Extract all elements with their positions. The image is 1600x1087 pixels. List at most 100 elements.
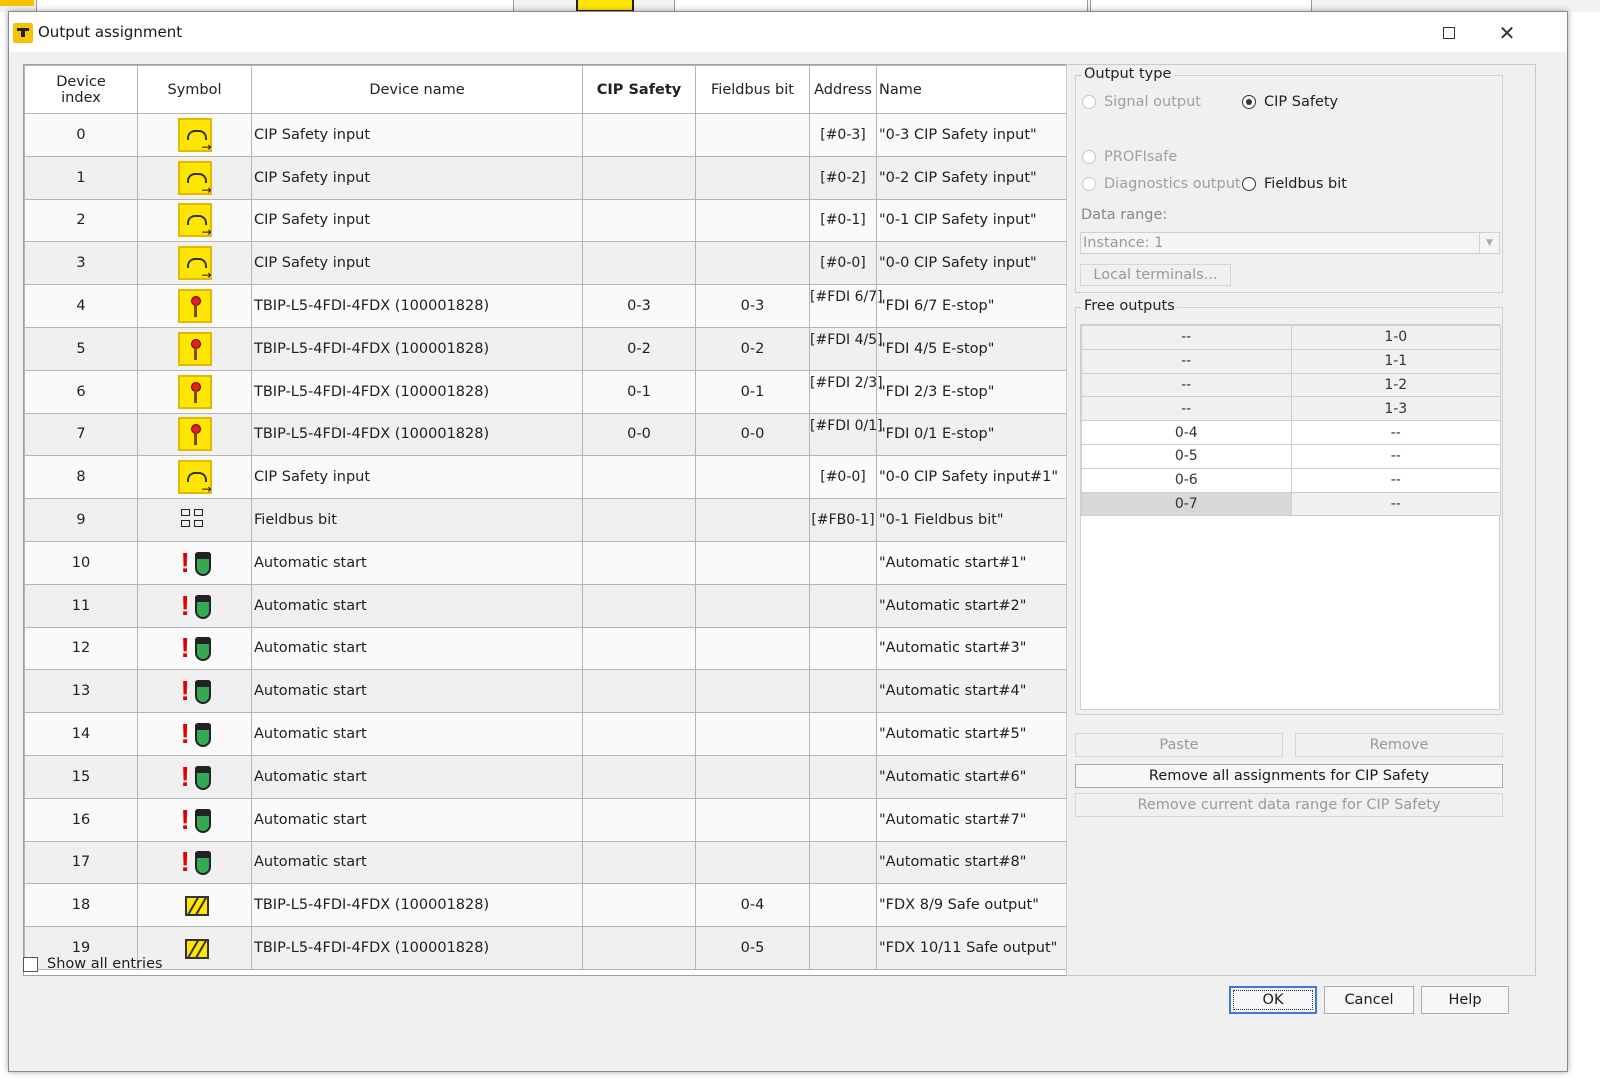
free-output-cip-cell[interactable]: --	[1081, 325, 1292, 350]
cip-safety-cell[interactable]	[582, 198, 696, 243]
remove-button[interactable]: Remove	[1295, 733, 1503, 757]
fieldbus-bit-cell[interactable]	[695, 498, 810, 542]
free-output-row[interactable]: 0-5 --	[1081, 443, 1501, 469]
free-output-cip-cell[interactable]: --	[1081, 372, 1292, 398]
free-output-fieldbus-cell[interactable]: --	[1290, 443, 1501, 469]
remove-current-data-range-button[interactable]: Remove current data range for CIP Safety	[1075, 793, 1503, 817]
cip-safety-cell[interactable]: 0-0	[582, 412, 696, 457]
cancel-button[interactable]: Cancel	[1324, 986, 1414, 1014]
paste-button[interactable]: Paste	[1075, 733, 1283, 757]
close-button[interactable]: ✕	[1487, 18, 1527, 48]
fieldbus-bit-cell[interactable]	[695, 669, 810, 714]
free-output-cip-cell[interactable]: 0-6	[1081, 467, 1292, 493]
cip-safety-cell[interactable]	[582, 241, 696, 286]
cip-safety-cell[interactable]: 0-2	[582, 326, 696, 371]
fieldbus-bit-cell[interactable]	[695, 540, 810, 585]
free-output-cip-cell[interactable]: --	[1081, 348, 1292, 374]
table-row[interactable]: 17! Automatic start "Automatic start#8"	[24, 840, 1078, 885]
fieldbus-bit-cell[interactable]: 0-3	[695, 284, 810, 328]
free-output-fieldbus-cell[interactable]: 1-3	[1290, 396, 1501, 422]
free-output-row[interactable]: 0-6 --	[1081, 467, 1501, 493]
cip-safety-cell[interactable]	[582, 540, 696, 585]
table-row[interactable]: 11! Automatic start "Automatic start#2"	[24, 583, 1078, 628]
free-output-row[interactable]: -- 1-2	[1081, 372, 1501, 398]
free-output-fieldbus-cell[interactable]: 1-0	[1290, 325, 1501, 350]
free-output-fieldbus-cell[interactable]: --	[1290, 420, 1501, 445]
column-header-device-index[interactable]: Device index	[24, 65, 138, 114]
help-button[interactable]: Help	[1421, 986, 1509, 1014]
free-output-row[interactable]: -- 1-3	[1081, 396, 1501, 422]
table-row[interactable]: 0 CIP Safety input [#0-3]"0-3 CIP Safety i…	[24, 113, 1078, 157]
table-row[interactable]: 10! Automatic start "Automatic start#1"	[24, 540, 1078, 585]
fieldbus-bit-cell[interactable]: 0-1	[695, 369, 810, 414]
table-row[interactable]: 12! Automatic start "Automatic start#3"	[24, 626, 1078, 671]
cip-safety-cell[interactable]	[582, 754, 696, 799]
cip-safety-cell[interactable]	[582, 113, 696, 157]
fieldbus-bit-cell[interactable]: 0-5	[695, 926, 810, 970]
fieldbus-bit-cell[interactable]	[695, 712, 810, 756]
fieldbus-bit-cell[interactable]	[695, 626, 810, 671]
free-output-cip-cell[interactable]: 0-7	[1081, 491, 1292, 517]
fieldbus-bit-cell[interactable]: 0-2	[695, 326, 810, 371]
data-range-select[interactable]: Instance: 1 ▼	[1080, 232, 1500, 254]
fieldbus-bit-cell[interactable]	[695, 583, 810, 628]
fieldbus-bit-cell[interactable]	[695, 198, 810, 243]
table-row[interactable]: 8 CIP Safety input [#0-0]"0-0 CIP Safety i…	[24, 455, 1078, 500]
free-output-cip-cell[interactable]: --	[1081, 396, 1292, 422]
cip-safety-cell[interactable]	[582, 669, 696, 714]
table-row[interactable]: 7 TBIP-L5-4FDI-4FDX (100001828) 0-0 0-0 [#FD…	[24, 412, 1078, 457]
column-header-name[interactable]: Name	[876, 65, 1078, 114]
table-row[interactable]: 1 CIP Safety input [#0-2]"0-2 CIP Safety i…	[24, 155, 1078, 200]
free-output-row[interactable]: -- 1-1	[1081, 348, 1501, 374]
free-output-row[interactable]: 0-7 --	[1081, 491, 1501, 517]
cip-safety-cell[interactable]	[582, 840, 696, 885]
diagnostics-output-radio[interactable]: Diagnostics output	[1082, 176, 1241, 192]
profisafe-radio[interactable]: PROFIsafe	[1082, 149, 1177, 165]
table-row[interactable]: 5 TBIP-L5-4FDI-4FDX (100001828) 0-2 0-2 [#FD…	[24, 326, 1078, 371]
column-header-address[interactable]: Address	[809, 65, 877, 114]
table-row[interactable]: 13! Automatic start "Automatic start#4"	[24, 669, 1078, 714]
cip-safety-cell[interactable]	[582, 926, 696, 970]
local-terminals-button[interactable]: Local terminals...	[1080, 264, 1231, 286]
cip-safety-cell[interactable]	[582, 498, 696, 542]
table-row[interactable]: 3 CIP Safety input [#0-0]"0-0 CIP Safety i…	[24, 241, 1078, 286]
cip-safety-cell[interactable]	[582, 797, 696, 842]
fieldbus-bit-cell[interactable]	[695, 455, 810, 500]
table-row[interactable]: 9 Fieldbus bit [#FB0-1] "0-1 Fieldbus bit"	[24, 498, 1078, 542]
table-row[interactable]: 4 TBIP-L5-4FDI-4FDX (100001828) 0-3 0-3 [#FD…	[24, 284, 1078, 328]
free-output-row[interactable]: 0-4 --	[1081, 420, 1501, 445]
fieldbus-bit-cell[interactable]	[695, 113, 810, 157]
cip-safety-cell[interactable]	[582, 883, 696, 928]
cip-safety-cell[interactable]: 0-3	[582, 284, 696, 328]
fieldbus-bit-radio[interactable]: Fieldbus bit	[1242, 176, 1347, 192]
column-header-fieldbus-bit[interactable]: Fieldbus bit	[695, 65, 810, 114]
table-row[interactable]: 2 CIP Safety input [#0-1]"0-1 CIP Safety i…	[24, 198, 1078, 243]
signal-output-radio[interactable]: Signal output	[1082, 94, 1201, 110]
fieldbus-bit-cell[interactable]	[695, 155, 810, 200]
table-row[interactable]: 6 TBIP-L5-4FDI-4FDX (100001828) 0-1 0-1 [#FD…	[24, 369, 1078, 414]
free-output-fieldbus-cell[interactable]: --	[1290, 467, 1501, 493]
fieldbus-bit-cell[interactable]: 0-4	[695, 883, 810, 928]
fieldbus-bit-cell[interactable]	[695, 797, 810, 842]
cip-safety-cell[interactable]	[582, 712, 696, 756]
cip-safety-radio[interactable]: CIP Safety	[1242, 94, 1338, 110]
table-row[interactable]: 14! Automatic start "Automatic start#5"	[24, 712, 1078, 756]
table-row[interactable]: 19 TBIP-L5-4FDI-4FDX (100001828) 0-5 "FDX 1…	[24, 926, 1078, 970]
free-output-row[interactable]: -- 1-0	[1081, 325, 1501, 350]
column-header-device-name[interactable]: Device name	[251, 65, 583, 114]
ok-button[interactable]: OK	[1229, 986, 1317, 1014]
table-row[interactable]: 15! Automatic start "Automatic start#6"	[24, 754, 1078, 799]
cip-safety-cell[interactable]: 0-1	[582, 369, 696, 414]
free-output-fieldbus-cell[interactable]: 1-1	[1290, 348, 1501, 374]
free-output-fieldbus-cell[interactable]: 1-2	[1290, 372, 1501, 398]
remove-all-assignments-button[interactable]: Remove all assignments for CIP Safety	[1075, 764, 1503, 788]
table-row[interactable]: 16! Automatic start "Automatic start#7"	[24, 797, 1078, 842]
column-header-symbol[interactable]: Symbol	[137, 65, 252, 114]
fieldbus-bit-cell[interactable]	[695, 840, 810, 885]
column-header-cip-safety[interactable]: CIP Safety	[582, 65, 696, 114]
free-output-cip-cell[interactable]: 0-4	[1081, 420, 1292, 445]
cip-safety-cell[interactable]	[582, 626, 696, 671]
fieldbus-bit-cell[interactable]	[695, 241, 810, 286]
cip-safety-cell[interactable]	[582, 455, 696, 500]
maximize-button[interactable]	[1429, 18, 1469, 48]
